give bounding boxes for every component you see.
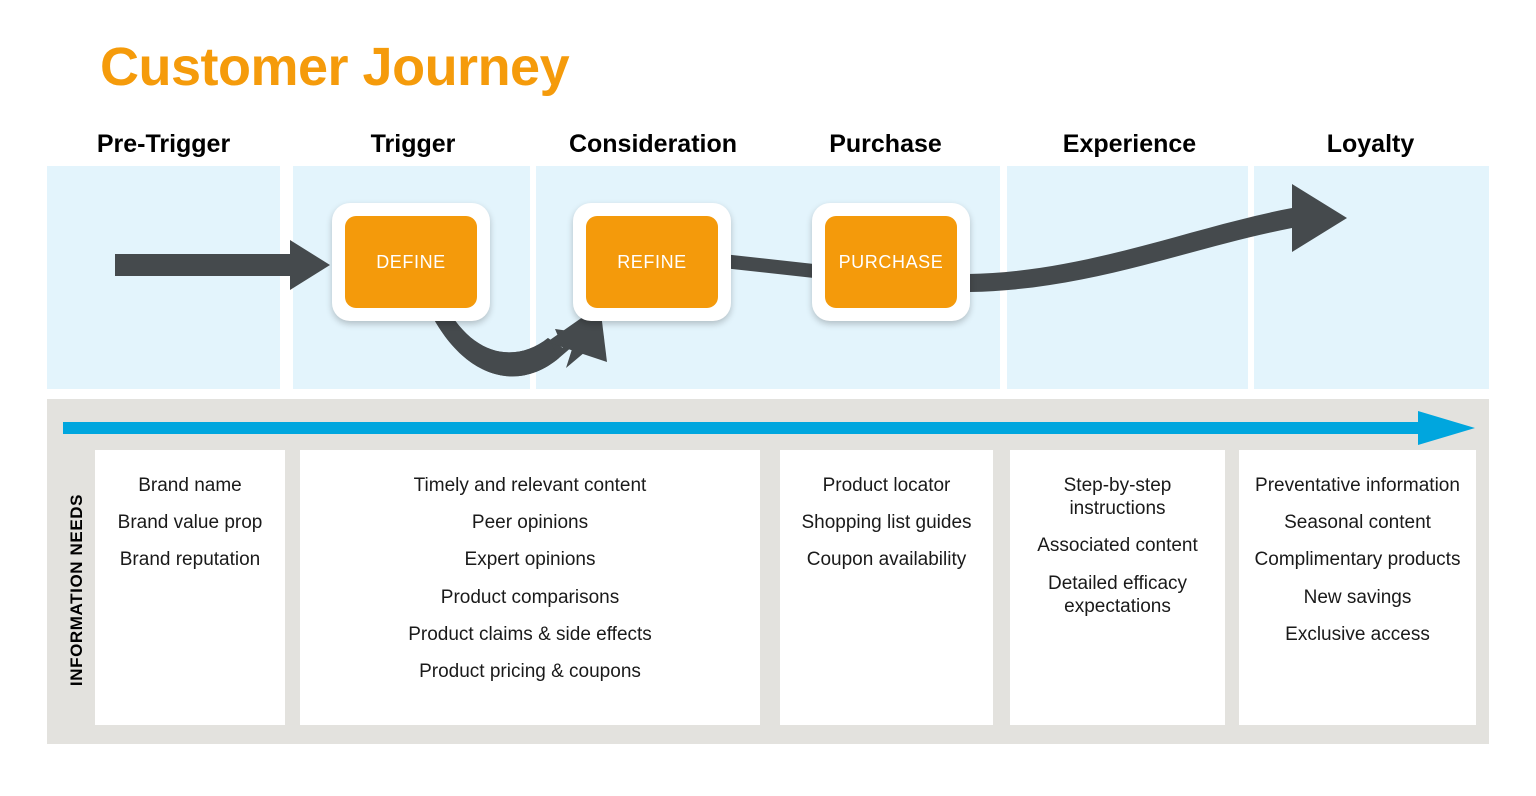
need-item: Detailed efficacy expectations <box>1047 572 1188 617</box>
need-item: Product comparisons <box>440 586 620 608</box>
need-item: Peer opinions <box>471 512 589 534</box>
need-item: Shopping list guides <box>801 512 972 534</box>
milestone-define[interactable]: DEFINE <box>332 203 490 321</box>
need-item: Brand value prop <box>117 512 263 534</box>
milestone-refine[interactable]: REFINE <box>573 203 731 321</box>
timeline-arrow-icon <box>63 411 1475 445</box>
stage-panel-pre-trigger <box>47 166 280 389</box>
stage-panel-experience <box>1007 166 1248 389</box>
information-needs-columns: Brand name Brand value prop Brand reputa… <box>47 450 1489 725</box>
stage-header-experience: Experience <box>1062 130 1197 158</box>
needs-card-pre-trigger: Brand name Brand value prop Brand reputa… <box>95 450 285 725</box>
journey-stage-band <box>47 166 1489 389</box>
milestone-refine-label: REFINE <box>617 251 687 272</box>
need-item: Coupon availability <box>806 549 967 571</box>
customer-journey-infographic: Customer Journey Pre-Trigger Trigger Con… <box>0 0 1536 796</box>
stage-header-trigger: Trigger <box>370 130 456 158</box>
milestone-purchase[interactable]: PURCHASE <box>812 203 970 321</box>
stage-header-loyalty: Loyalty <box>1326 130 1415 158</box>
milestone-purchase-body: PURCHASE <box>825 216 957 308</box>
stage-header-pre-trigger: Pre-Trigger <box>96 130 231 158</box>
page-title: Customer Journey <box>100 37 570 97</box>
needs-card-experience: Step-by-step instructions Associated con… <box>1010 450 1225 725</box>
need-item: Step-by-step instructions <box>1063 475 1172 520</box>
stage-header-purchase: Purchase <box>829 130 942 158</box>
needs-card-loyalty: Preventative information Seasonal conten… <box>1239 450 1476 725</box>
stage-panel-loyalty <box>1254 166 1489 389</box>
need-item: Associated content <box>1037 535 1198 557</box>
need-item: Product claims & side effects <box>408 623 652 645</box>
stage-header-consideration: Consideration <box>568 130 738 158</box>
information-needs-panel: INFORMATION NEEDS Brand name Brand value… <box>47 399 1489 744</box>
needs-card-trigger-consideration: Timely and relevant content Peer opinion… <box>300 450 760 725</box>
milestone-define-body: DEFINE <box>345 216 477 308</box>
need-item: Timely and relevant content <box>413 475 647 496</box>
need-item: Exclusive access <box>1285 623 1430 645</box>
needs-card-purchase: Product locator Shopping list guides Cou… <box>780 450 993 725</box>
need-item: Preventative information <box>1255 475 1460 496</box>
stage-header-row: Pre-Trigger Trigger Consideration Purcha… <box>47 130 1489 166</box>
need-item: Product locator <box>822 475 951 496</box>
need-item: New savings <box>1303 586 1412 608</box>
milestone-refine-body: REFINE <box>586 216 718 308</box>
milestone-purchase-label: PURCHASE <box>838 251 944 272</box>
need-item: Complimentary products <box>1254 549 1461 571</box>
need-item: Expert opinions <box>464 549 596 571</box>
need-item: Brand reputation <box>119 549 261 571</box>
need-item: Brand name <box>138 475 242 496</box>
need-item: Product pricing & coupons <box>419 660 641 682</box>
milestone-define-label: DEFINE <box>376 251 446 272</box>
need-item: Seasonal content <box>1284 512 1431 534</box>
